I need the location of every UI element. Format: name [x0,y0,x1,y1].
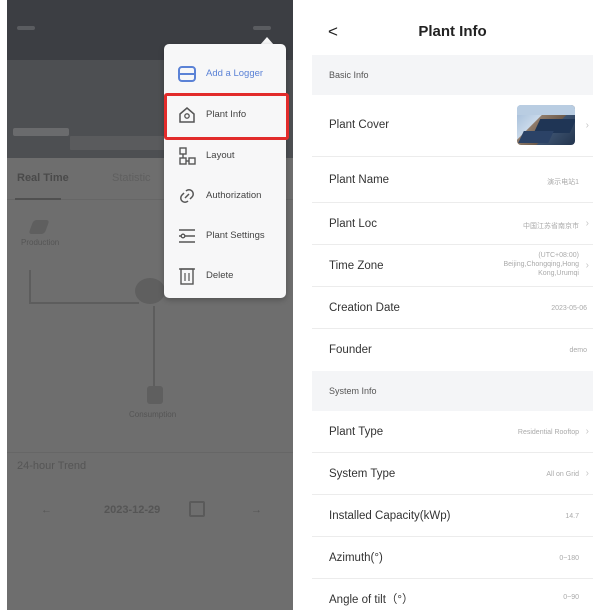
settings-list-icon [179,229,195,243]
cover-solar-panel [518,131,554,143]
plant-location-value: 中国江苏省南京市 [523,223,579,230]
trend-title: 24-hour Trend [17,460,87,472]
flow-line [29,302,139,304]
home-load-icon [147,386,163,404]
row-creation-date: Creation Date 2023-05-06 [312,287,593,329]
chevron-right-icon: › [585,120,589,131]
row-plant-type[interactable]: Plant Type Residential Rooftop › [312,411,593,453]
plant-header-text [13,128,69,136]
inverter-icon [135,278,165,304]
trash-icon [179,268,195,285]
plant-type-value: Residential Rooftop [517,429,579,436]
production-label: Production [21,238,60,247]
chevron-right-icon: › [585,468,589,479]
menu-item-label: Layout [206,150,235,161]
menu-item-delete[interactable]: Delete [164,256,286,296]
plant-header-image [70,136,170,150]
cover-sky [517,105,575,115]
row-plant-location[interactable]: Plant Loc 中国江苏省南京市 › [312,203,593,245]
tilt-angle-value: 0~90 [563,594,579,601]
logger-icon [178,66,196,82]
section-title: System Info [329,386,377,396]
plant-name-value: 演示电站1 [547,179,579,186]
menu-item-plant-settings[interactable]: Plant Settings [164,216,286,256]
row-label: Angle of tilt（°） [329,594,414,606]
prev-day-arrow[interactable]: ← [41,504,52,516]
menu-item-layout[interactable]: Layout [164,136,286,176]
time-zone-value: (UTC+08:00) Beijing,Chongqing,Hong Kong,… [503,252,580,277]
row-label: Plant Loc [329,218,377,230]
row-label: Creation Date [329,302,400,314]
installed-capacity-value: 14.7 [565,513,579,520]
section-header-basic-info: Basic Info [312,55,593,95]
founder-value: demo [569,347,587,354]
row-label: Plant Cover [329,119,390,131]
row-azimuth[interactable]: Azimuth(°) 0~180 [312,537,593,579]
divider [7,452,293,453]
solar-panel-icon [28,220,50,234]
row-time-zone[interactable]: Time Zone (UTC+08:00) Beijing,Chongqing,… [312,245,593,287]
tab-real-time[interactable]: Real Time [17,172,69,184]
row-label: System Type [329,468,396,480]
layout-icon [179,147,196,165]
chevron-right-icon: › [585,426,589,437]
row-label: Plant Type [329,426,384,438]
page-title: Plant Info [418,23,487,40]
menu-item-authorization[interactable]: Authorization [164,176,286,216]
active-tab-indicator [15,198,61,200]
azimuth-value: 0~180 [559,555,579,562]
plant-cover-image[interactable] [517,105,575,145]
row-founder: Founder demo [312,329,593,371]
consumption-label: Consumption [129,410,177,419]
link-icon [180,189,194,203]
section-header-system-info: System Info [312,371,593,411]
menu-item-label: Plant Settings [206,230,265,241]
trend-date[interactable]: 2023-12-29 [104,504,160,516]
row-label: Installed Capacity(kWp) [329,510,451,522]
calendar-icon[interactable] [189,501,205,517]
row-label: Plant Name [329,174,390,186]
plant-info-highlight-box [164,93,289,140]
row-label: Founder [329,344,372,356]
tab-statistic[interactable]: Statistic [112,172,151,184]
creation-date-value: 2023-05-06 [551,305,587,312]
row-label: Azimuth(°) [329,552,383,564]
next-day-arrow[interactable]: → [251,504,262,516]
chevron-right-icon: › [585,218,589,229]
status-time [17,26,35,30]
chevron-right-icon: › [585,260,589,271]
row-installed-capacity[interactable]: Installed Capacity(kWp) 14.7 [312,495,593,537]
menu-item-label: Authorization [206,190,262,201]
more-icon[interactable] [253,26,271,30]
menu-item-label: Add a Logger [206,68,264,79]
row-plant-cover[interactable]: Plant Cover › [312,95,593,157]
menu-item-label: Delete [206,270,234,281]
row-tilt-angle[interactable]: Angle of tilt（°） 0~90 [312,579,593,610]
row-system-type[interactable]: System Type All on Grid › [312,453,593,495]
menu-item-add-logger[interactable]: Add a Logger [164,54,286,94]
plant-info-screen: < Plant Info Basic Info Plant Cover › Pl… [312,0,593,610]
row-plant-name[interactable]: Plant Name 演示电站1 [312,157,593,203]
flow-line [29,270,31,302]
section-title: Basic Info [329,70,369,80]
flow-line [153,306,155,386]
row-label: Time Zone [329,260,384,272]
system-type-value: All on Grid [546,471,579,478]
